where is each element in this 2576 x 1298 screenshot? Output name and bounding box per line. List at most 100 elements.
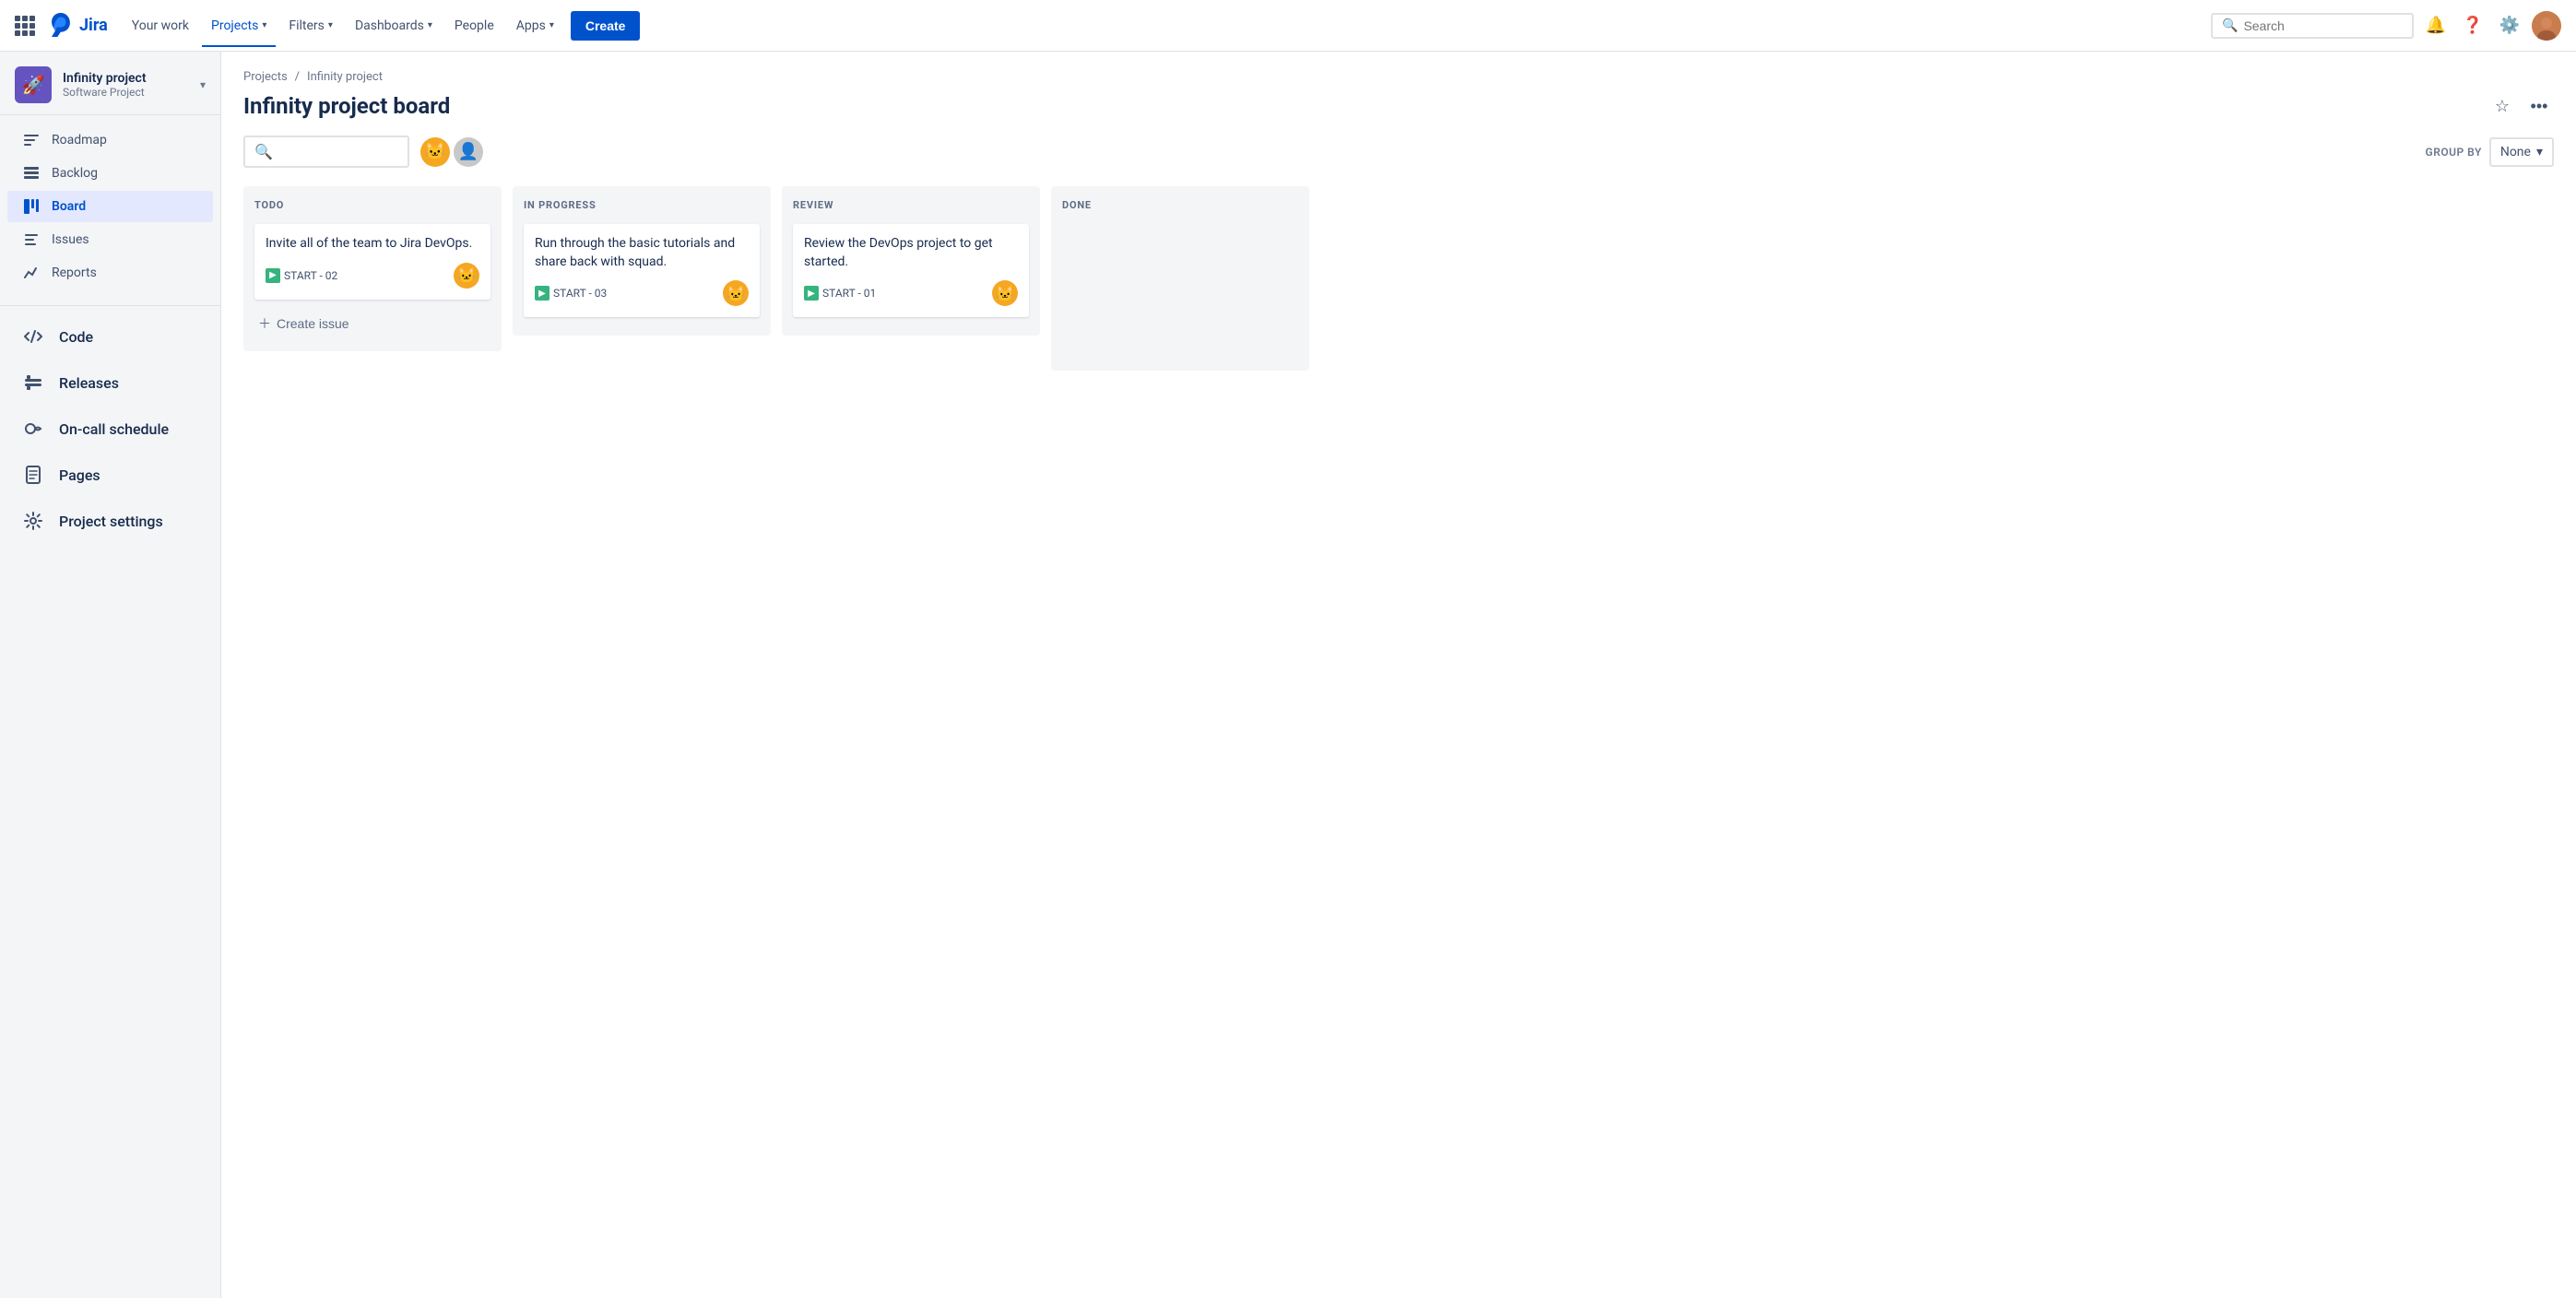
reports-icon bbox=[22, 265, 41, 281]
story-icon: ▶ bbox=[535, 286, 549, 301]
board-toolbar: 🔍 🐱 👤 GROUP BY None ▾ bbox=[243, 136, 2554, 168]
projects-chevron-icon: ▾ bbox=[262, 20, 266, 30]
sidebar-divider bbox=[0, 305, 220, 306]
project-icon: 🚀 bbox=[15, 66, 52, 103]
sidebar-item-pages[interactable]: Pages bbox=[7, 454, 213, 496]
apps-chevron-icon: ▾ bbox=[549, 20, 554, 30]
nav-right: 🔍 🔔 ❓ ⚙️ bbox=[2211, 11, 2561, 41]
sidebar-item-oncall[interactable]: On-call schedule bbox=[7, 407, 213, 450]
sidebar-item-board[interactable]: Board bbox=[7, 191, 213, 222]
sidebar-item-project-settings[interactable]: Project settings bbox=[7, 500, 213, 542]
column-done-header: DONE bbox=[1062, 197, 1298, 213]
issue-footer: ▶ START - 02 🐱 bbox=[266, 263, 479, 289]
code-icon bbox=[22, 326, 44, 347]
sidebar-item-code[interactable]: Code bbox=[7, 315, 213, 358]
pages-icon bbox=[22, 465, 44, 485]
board-search-icon: 🔍 bbox=[254, 143, 273, 160]
issue-tag: ▶ START - 02 bbox=[266, 268, 337, 283]
story-icon: ▶ bbox=[266, 268, 280, 283]
nav-dashboards[interactable]: Dashboards ▾ bbox=[346, 13, 442, 39]
app-layout: 🚀 Infinity project Software Project ▾ Ro… bbox=[0, 52, 2576, 1298]
story-icon: ▶ bbox=[804, 286, 819, 301]
sidebar-nav: Roadmap Backlog bbox=[0, 115, 220, 298]
plus-icon: ＋ bbox=[258, 314, 271, 333]
more-options-button[interactable]: ••• bbox=[2524, 91, 2554, 121]
settings-button[interactable]: ⚙️ bbox=[2495, 11, 2524, 41]
user-avatar[interactable] bbox=[2532, 11, 2561, 41]
nav-people[interactable]: People bbox=[445, 13, 503, 39]
issue-card-review-1[interactable]: Review the DevOps project to get started… bbox=[793, 224, 1029, 317]
search-icon: 🔍 bbox=[2222, 18, 2238, 33]
group-by-select[interactable]: None ▾ bbox=[2489, 137, 2554, 167]
sidebar-item-roadmap[interactable]: Roadmap bbox=[7, 124, 213, 156]
column-todo: TODO Invite all of the team to Jira DevO… bbox=[243, 186, 502, 351]
dashboards-chevron-icon: ▾ bbox=[428, 20, 432, 30]
project-header[interactable]: 🚀 Infinity project Software Project ▾ bbox=[0, 52, 220, 115]
issue-assignee: 🐱 bbox=[992, 280, 1018, 306]
breadcrumb-project[interactable]: Infinity project bbox=[307, 70, 383, 84]
nav-left: Jira Your work Projects ▾ Filters ▾ Dash… bbox=[15, 11, 640, 41]
sidebar-item-issues[interactable]: Issues bbox=[7, 224, 213, 255]
member-avatar-2[interactable]: 👤 bbox=[454, 137, 483, 167]
create-issue-button-todo[interactable]: ＋ Create issue bbox=[254, 307, 490, 340]
breadcrumb-projects[interactable]: Projects bbox=[243, 70, 288, 84]
issue-tag: ▶ START - 03 bbox=[535, 286, 607, 301]
project-type: Software Project bbox=[63, 86, 189, 99]
issue-card-inprogress-1[interactable]: Run through the basic tutorials and shar… bbox=[524, 224, 760, 317]
star-button[interactable]: ☆ bbox=[2487, 91, 2517, 121]
jira-logo[interactable]: Jira bbox=[46, 11, 108, 41]
board-search-input[interactable] bbox=[278, 145, 398, 159]
help-button[interactable]: ❓ bbox=[2458, 11, 2487, 41]
issue-tag: ▶ START - 01 bbox=[804, 286, 876, 301]
sidebar: 🚀 Infinity project Software Project ▾ Ro… bbox=[0, 52, 221, 1298]
search-bar[interactable]: 🔍 bbox=[2211, 13, 2414, 39]
logo-text: Jira bbox=[79, 16, 108, 35]
notifications-button[interactable]: 🔔 bbox=[2421, 11, 2451, 41]
breadcrumb-sep: / bbox=[295, 70, 300, 84]
project-chevron-icon: ▾ bbox=[200, 78, 206, 91]
issue-footer: ▶ START - 03 🐱 bbox=[535, 280, 749, 306]
issue-card-todo-1[interactable]: Invite all of the team to Jira DevOps. ▶… bbox=[254, 224, 490, 300]
member-avatars: 🐱 👤 bbox=[420, 137, 483, 167]
issue-assignee: 🐱 bbox=[454, 263, 479, 289]
nav-apps[interactable]: Apps ▾ bbox=[507, 13, 563, 39]
column-review-header: REVIEW bbox=[793, 197, 1029, 213]
roadmap-icon bbox=[22, 132, 41, 148]
filters-chevron-icon: ▾ bbox=[328, 20, 333, 30]
board-actions: ☆ ••• bbox=[2487, 91, 2554, 121]
project-info: Infinity project Software Project bbox=[63, 71, 189, 99]
board-title: Infinity project board bbox=[243, 93, 450, 119]
sidebar-item-reports[interactable]: Reports bbox=[7, 257, 213, 289]
nav-projects[interactable]: Projects ▾ bbox=[202, 13, 276, 39]
column-todo-header: TODO bbox=[254, 197, 490, 213]
project-name: Infinity project bbox=[63, 71, 189, 86]
nav-filters[interactable]: Filters ▾ bbox=[279, 13, 342, 39]
sidebar-item-backlog[interactable]: Backlog bbox=[7, 158, 213, 189]
create-button[interactable]: Create bbox=[571, 11, 641, 41]
column-review: REVIEW Review the DevOps project to get … bbox=[782, 186, 1040, 336]
nav-your-work[interactable]: Your work bbox=[123, 13, 198, 39]
top-navigation: Jira Your work Projects ▾ Filters ▾ Dash… bbox=[0, 0, 2576, 52]
issue-footer: ▶ START - 01 🐱 bbox=[804, 280, 1018, 306]
oncall-icon bbox=[22, 419, 44, 439]
sidebar-item-releases[interactable]: Releases bbox=[7, 361, 213, 404]
issue-assignee: 🐱 bbox=[723, 280, 749, 306]
column-inprogress: IN PROGRESS Run through the basic tutori… bbox=[513, 186, 771, 336]
member-avatar-1[interactable]: 🐱 bbox=[420, 137, 450, 167]
app-switcher-icon[interactable] bbox=[15, 16, 35, 36]
backlog-icon bbox=[22, 165, 41, 182]
releases-icon bbox=[22, 372, 44, 393]
group-by-section: GROUP BY None ▾ bbox=[2426, 137, 2554, 167]
project-settings-icon bbox=[22, 511, 44, 531]
issues-icon bbox=[22, 231, 41, 248]
board-header: Infinity project board ☆ ••• bbox=[243, 91, 2554, 121]
search-input[interactable] bbox=[2243, 18, 2403, 33]
breadcrumb: Projects / Infinity project bbox=[243, 70, 2554, 84]
board-search[interactable]: 🔍 bbox=[243, 136, 409, 168]
column-inprogress-header: IN PROGRESS bbox=[524, 197, 760, 213]
board-icon bbox=[22, 198, 41, 215]
main-content: Projects / Infinity project Infinity pro… bbox=[221, 52, 2576, 1298]
issue-title: Invite all of the team to Jira DevOps. bbox=[266, 235, 479, 254]
issue-title: Review the DevOps project to get started… bbox=[804, 235, 1018, 271]
issue-title: Run through the basic tutorials and shar… bbox=[535, 235, 749, 271]
